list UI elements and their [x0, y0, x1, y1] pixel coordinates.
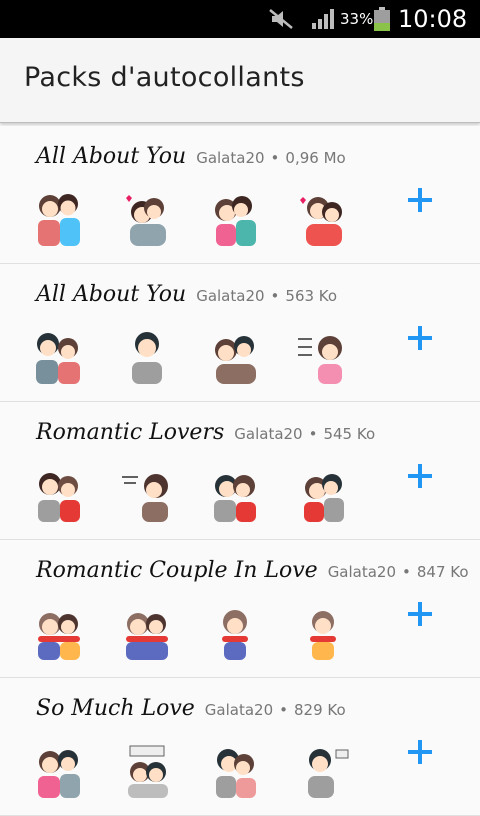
signal-icon: [311, 0, 337, 38]
add-pack-button[interactable]: [404, 460, 436, 492]
pack-author: Galata20: [196, 149, 265, 167]
status-bar: 33% 10:08: [0, 0, 480, 38]
pack-item[interactable]: All About You Galata20 • 563 Ko: [0, 264, 480, 402]
sticker-couple-surprised: [36, 333, 80, 384]
pack-name: Romantic Lovers: [36, 420, 225, 445]
mute-icon: [268, 0, 294, 38]
pack-name: All About You: [36, 282, 187, 307]
pack-item[interactable]: So Much Love Galata20 • 829 Ko: [0, 678, 480, 816]
pack-size: 0,96 Mo: [285, 149, 346, 167]
sticker-couple-selfie: [38, 750, 80, 798]
sticker-preview-row: [28, 462, 380, 528]
meta-separator: •: [270, 287, 280, 305]
pack-title-row: All About You Galata20 • 0,96 Mo: [36, 144, 346, 169]
sticker-couple-kiss-merci: [215, 196, 256, 246]
pack-size: 829 Ko: [294, 701, 346, 719]
add-pack-button[interactable]: [404, 184, 436, 216]
battery-icon: [373, 0, 391, 38]
pack-size: 545 Ko: [323, 425, 376, 443]
sticker-preview-row: [28, 738, 380, 804]
sticker-couple-smile: [38, 473, 80, 522]
sticker-couple-kiss: [304, 474, 344, 522]
sticker-couple-smile: [215, 336, 256, 384]
add-pack-button[interactable]: [404, 736, 436, 768]
sticker-preview-row: [28, 186, 380, 252]
pack-title-row: All About You Galata20 • 563 Ko: [36, 282, 337, 307]
sticker-couple-hug: [38, 194, 80, 246]
add-pack-button[interactable]: [404, 322, 436, 354]
sticker-couple-for-mrs: [128, 745, 168, 798]
pack-title-row: Romantic Couple In Love Galata20 • 847 K…: [36, 558, 469, 583]
sticker-pack-list: All About You Galata20 • 0,96 Mo All Abo…: [0, 126, 480, 816]
pack-item[interactable]: All About You Galata20 • 0,96 Mo: [0, 126, 480, 264]
pack-title-row: So Much Love Galata20 • 829 Ko: [36, 696, 346, 721]
pack-size: 563 Ko: [285, 287, 338, 305]
page-title: Packs d'autocollants: [24, 62, 305, 93]
pack-name: Romantic Couple In Love: [36, 558, 318, 583]
meta-separator: •: [308, 425, 318, 443]
pack-size: 847 Ko: [416, 563, 469, 581]
sticker-couple-kiss: [216, 749, 256, 798]
pack-author: Galata20: [204, 701, 274, 719]
sticker-couple-whisper: [122, 474, 168, 522]
meta-separator: •: [402, 563, 411, 581]
sticker-couple-come-here: [214, 475, 256, 522]
sticker-couple-scarf-hug: [38, 613, 80, 660]
battery-percent: 33%: [340, 10, 374, 28]
meta-separator: •: [279, 701, 288, 719]
pack-name: So Much Love: [36, 696, 195, 721]
pack-author: Galata20: [234, 425, 303, 443]
pack-author: Galata20: [327, 563, 397, 581]
sticker-girl-scarf-shy: [310, 611, 336, 660]
sticker-preview-row: [28, 324, 380, 390]
sticker-preview-row: [28, 600, 380, 666]
clock: 10:08: [398, 5, 468, 33]
sticker-couple-i-love-you: [126, 195, 166, 246]
pack-item[interactable]: Romantic Couple In Love Galata20 • 847 K…: [0, 540, 480, 678]
pack-title-row: Romantic Lovers Galata20 • 545 Ko: [36, 420, 375, 445]
sticker-couple-hug-heart: [300, 197, 342, 246]
pack-author: Galata20: [196, 287, 265, 305]
app-bar: Packs d'autocollants: [0, 38, 480, 123]
sticker-boy-sorry: [308, 749, 349, 798]
add-pack-button[interactable]: [404, 598, 436, 630]
sticker-couple-scarf-kiss: [126, 613, 168, 660]
pack-item[interactable]: Romantic Lovers Galata20 • 545 Ko: [0, 402, 480, 540]
sticker-boy-shrug: [132, 332, 162, 384]
sticker-girl-scarf: [222, 610, 248, 660]
pack-name: All About You: [36, 144, 187, 169]
sticker-girl-ping: [298, 336, 342, 384]
meta-separator: •: [270, 149, 280, 167]
